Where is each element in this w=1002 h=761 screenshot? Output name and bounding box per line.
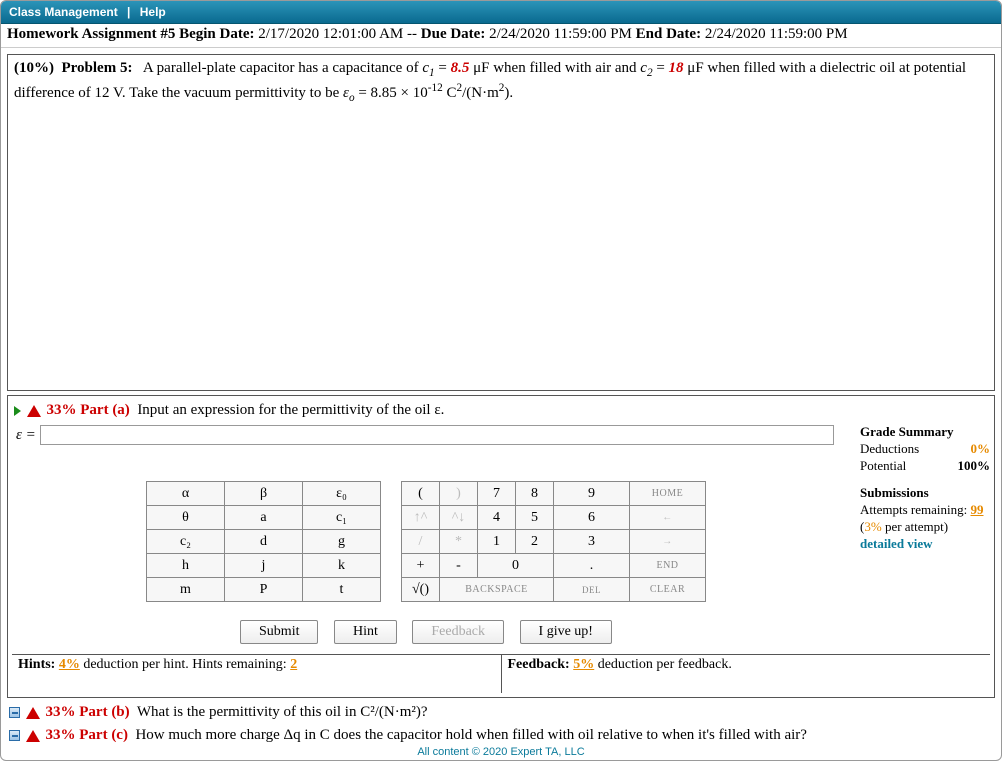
action-row: Submit Hint Feedback I give up! xyxy=(12,620,840,644)
hint-button[interactable]: Hint xyxy=(334,620,397,644)
detailed-view-link[interactable]: detailed view xyxy=(860,536,990,553)
part-a-header: 33% Part (a) Input an expression for the… xyxy=(12,400,990,425)
key-1[interactable]: 1 xyxy=(478,530,516,554)
nav-class-management[interactable]: Class Management xyxy=(9,5,118,19)
key-j[interactable]: j xyxy=(225,554,303,578)
key-p[interactable]: P xyxy=(225,578,303,602)
key-minus[interactable]: - xyxy=(440,554,478,578)
collapse-icon[interactable] xyxy=(9,730,20,741)
feedback-cell: Feedback: 5% deduction per feedback. xyxy=(502,655,991,693)
key-backspace[interactable]: BACKSPACE xyxy=(440,578,554,602)
part-a-container: 33% Part (a) Input an expression for the… xyxy=(7,395,995,698)
grade-summary-header: Grade Summary xyxy=(860,424,990,441)
part-c-row[interactable]: 33% Part (c) How much more charge Δq in … xyxy=(7,727,995,744)
nav-help[interactable]: Help xyxy=(140,5,166,19)
key-end[interactable]: END xyxy=(630,554,706,578)
top-bar: Class Management | Help xyxy=(1,1,1001,24)
warning-icon xyxy=(27,405,41,417)
key-clear[interactable]: CLEAR xyxy=(630,578,706,602)
collapse-icon[interactable] xyxy=(9,707,20,718)
key-rparen[interactable]: ) xyxy=(440,482,478,506)
key-g[interactable]: g xyxy=(303,530,381,554)
answer-lhs: ε = xyxy=(16,427,36,444)
key-7[interactable]: 7 xyxy=(478,482,516,506)
key-d[interactable]: d xyxy=(225,530,303,554)
key-del[interactable]: DEL xyxy=(554,578,630,602)
key-theta[interactable]: θ xyxy=(147,506,225,530)
problem-box: (10%) Problem 5: A parallel-plate capaci… xyxy=(7,54,995,391)
key-plus[interactable]: + xyxy=(402,554,440,578)
warning-icon xyxy=(26,707,40,719)
grade-summary-panel: Grade Summary Deductions0% Potential100%… xyxy=(860,424,990,552)
warning-icon xyxy=(26,730,40,742)
submit-button[interactable]: Submit xyxy=(240,620,318,644)
key-2[interactable]: 2 xyxy=(516,530,554,554)
key-0[interactable]: 0 xyxy=(478,554,554,578)
key-div[interactable]: / xyxy=(402,530,440,554)
part-b-row[interactable]: 33% Part (b) What is the permittivity of… xyxy=(7,704,995,721)
assignment-header: Homework Assignment #5 Begin Date: 2/17/… xyxy=(1,24,1001,48)
variable-keypad: αβε₀ θac₁ c₂dg hjk mPt xyxy=(146,481,381,602)
key-c2[interactable]: c₂ xyxy=(147,530,225,554)
key-k[interactable]: k xyxy=(303,554,381,578)
key-m[interactable]: m xyxy=(147,578,225,602)
submissions-header: Submissions xyxy=(860,485,990,502)
key-alpha[interactable]: α xyxy=(147,482,225,506)
nav-separator: | xyxy=(127,5,130,19)
key-mul[interactable]: * xyxy=(440,530,478,554)
key-right[interactable]: → xyxy=(630,530,706,554)
key-down[interactable]: ^↓ xyxy=(440,506,478,530)
key-5[interactable]: 5 xyxy=(516,506,554,530)
key-h[interactable]: h xyxy=(147,554,225,578)
giveup-button[interactable]: I give up! xyxy=(520,620,612,644)
answer-input[interactable] xyxy=(40,425,834,445)
key-home[interactable]: HOME xyxy=(630,482,706,506)
assignment-title: Homework Assignment #5 xyxy=(7,26,175,42)
problem-statement: (10%) Problem 5: A parallel-plate capaci… xyxy=(14,58,988,106)
key-beta[interactable]: β xyxy=(225,482,303,506)
hints-feedback-row: Hints: 4% deduction per hint. Hints rema… xyxy=(12,654,990,693)
key-up[interactable]: ↑^ xyxy=(402,506,440,530)
expand-icon[interactable] xyxy=(14,406,21,416)
keypad-area: αβε₀ θac₁ c₂dg hjk mPt ( ) 7 8 9 xyxy=(12,481,840,602)
key-left[interactable]: ← xyxy=(630,506,706,530)
hints-cell: Hints: 4% deduction per hint. Hints rema… xyxy=(12,655,502,693)
key-lparen[interactable]: ( xyxy=(402,482,440,506)
numeric-keypad: ( ) 7 8 9 HOME ↑^ ^↓ 4 5 6 xyxy=(401,481,706,602)
key-6[interactable]: 6 xyxy=(554,506,630,530)
key-t[interactable]: t xyxy=(303,578,381,602)
key-sqrt[interactable]: √() xyxy=(402,578,440,602)
key-a[interactable]: a xyxy=(225,506,303,530)
key-dot[interactable]: . xyxy=(554,554,630,578)
footer-copyright: All content © 2020 Expert TA, LLC xyxy=(1,746,1001,758)
key-8[interactable]: 8 xyxy=(516,482,554,506)
key-9[interactable]: 9 xyxy=(554,482,630,506)
key-c1[interactable]: c₁ xyxy=(303,506,381,530)
key-eps0[interactable]: ε₀ xyxy=(303,482,381,506)
feedback-button[interactable]: Feedback xyxy=(412,620,504,644)
key-4[interactable]: 4 xyxy=(478,506,516,530)
key-3[interactable]: 3 xyxy=(554,530,630,554)
